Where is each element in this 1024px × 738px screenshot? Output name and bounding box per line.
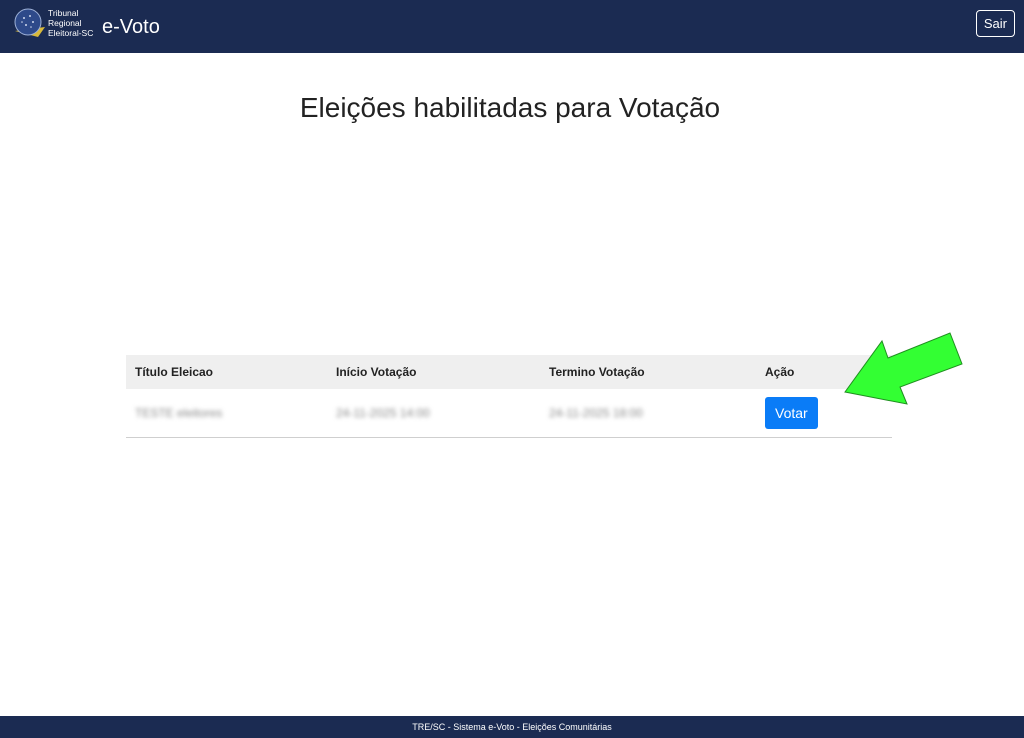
org-line-1: Tribunal [48,8,79,18]
table-header-row: Título Eleicao Início Votação Termino Vo… [126,355,892,389]
logout-button[interactable]: Sair [975,10,1015,37]
page-title: Eleições habilitadas para Votação [299,92,721,123]
column-header-end: Termino Votação [540,355,756,389]
navbar: Tribunal Regional Eleitoral-SC e-Voto Sa… [0,0,1024,53]
column-header-start: Início Votação [327,355,540,389]
app-title[interactable]: e-Voto [102,16,160,38]
end-time-cell: 24-11-2025 18:00 [540,389,756,438]
column-header-title: Título Eleicao [126,355,327,389]
election-title-cell: TESTE eleitores [126,389,327,438]
tre-logo-icon [14,8,45,37]
start-time: 24-11-2025 14:00 [336,406,430,420]
elections-table: Título Eleicao Início Votação Termino Vo… [126,355,892,438]
green-arrow-icon [844,332,963,405]
start-time-cell: 24-11-2025 14:00 [327,389,540,438]
org-name: Tribunal Regional Eleitoral-SC [48,8,93,38]
org-line-2: Regional [48,18,82,28]
org-line-3: Eleitoral-SC [48,28,94,38]
election-title: TESTE eleitores [135,406,223,420]
footer: TRE/SC - Sistema e-Voto - Eleições Comun… [0,716,1024,738]
table-row: TESTE eleitores 24-11-2025 14:00 24-11-2… [126,389,892,438]
end-time: 24-11-2025 18:00 [549,406,643,420]
vote-button[interactable]: Votar [765,397,818,429]
